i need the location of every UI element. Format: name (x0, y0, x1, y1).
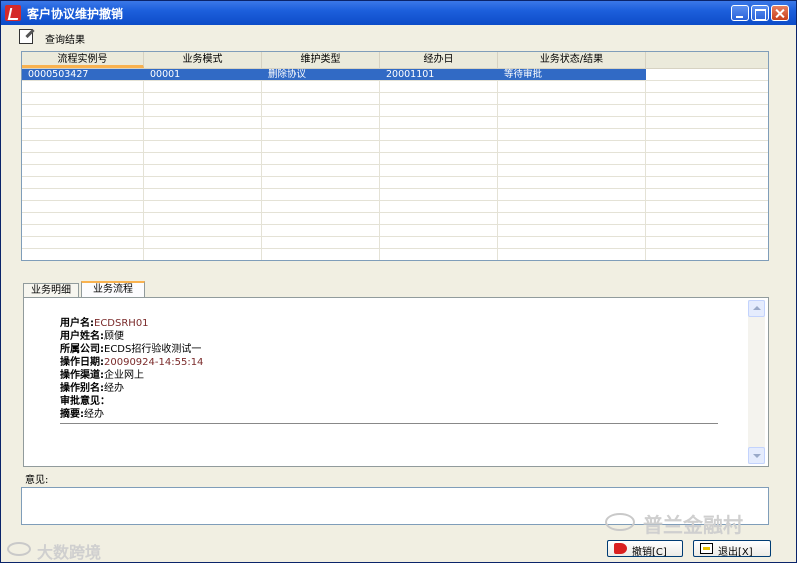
query-results-label: 查询结果 (45, 35, 85, 46)
detail-tabs: 业务明细 业务流程 (23, 281, 323, 298)
revoke-button[interactable]: 撤销[C] (607, 540, 683, 558)
column-header-business-mode[interactable]: 业务模式 (144, 52, 262, 68)
watermark-right: 普兰金融村 (605, 509, 775, 537)
query-results-button[interactable]: 查询结果 (17, 28, 113, 46)
column-header-process-id[interactable]: 流程实例号 (22, 52, 144, 68)
revoke-button-label: 撤销[C] (632, 547, 667, 558)
column-divider (379, 69, 380, 260)
revoke-icon (614, 543, 627, 554)
logo-mark-icon (7, 542, 31, 556)
tab-business-detail[interactable]: 业务明细 (23, 283, 79, 298)
business-flow-content: 用户名:ECDSRH01 用户姓名:顾便 所属公司:ECDS招行验收测试一 操作… (24, 298, 748, 466)
app-logo-icon (5, 5, 21, 21)
cell-business-mode: 00001 (150, 69, 181, 80)
cell-maintenance-type: 删除协议 (268, 69, 307, 80)
cell-status-result: 等待审批 (504, 69, 543, 80)
watermark-left-text: 大数跨境 (37, 543, 102, 562)
business-flow-panel: 用户名:ECDSRH01 用户姓名:顾便 所属公司:ECDS招行验收测试一 操作… (23, 297, 769, 467)
detail-label: 摘要: (60, 409, 84, 420)
results-grid[interactable]: 流程实例号 业务模式 维护类型 经办日 业务状态/结果 0000503427 0… (21, 51, 769, 261)
watermark-left: 大数跨境 (7, 539, 117, 562)
exit-icon (700, 543, 713, 554)
column-divider (497, 69, 498, 260)
column-header-handling-date[interactable]: 经办日 (380, 52, 498, 68)
close-button[interactable] (771, 5, 789, 21)
maximize-button[interactable] (751, 5, 769, 21)
grid-body: 0000503427 00001 删除协议 20001101 等待审批 (22, 69, 768, 260)
app-window: 客户协议维护撤销 查询结果 流程实例号 业务模式 维护类型 经办日 业务状态/结… (0, 0, 797, 563)
toolbar: 查询结果 (3, 27, 793, 47)
edit-document-icon (19, 29, 33, 44)
cell-handling-date: 20001101 (386, 69, 435, 80)
window-title: 客户协议维护撤销 (27, 7, 124, 21)
column-header-maintenance-type[interactable]: 维护类型 (262, 52, 380, 68)
table-row-selected[interactable]: 0000503427 00001 删除协议 20001101 等待审批 (22, 69, 646, 80)
vertical-scrollbar[interactable] (748, 300, 765, 464)
cell-process-id: 0000503427 (28, 69, 89, 80)
opinion-label: 意见: (25, 475, 49, 486)
exit-button[interactable]: 退出[X] (693, 540, 771, 558)
column-divider (143, 69, 144, 260)
title-bar[interactable]: 客户协议维护撤销 (1, 1, 796, 25)
detail-divider (60, 423, 718, 424)
minimize-button[interactable] (731, 5, 749, 21)
tab-business-flow[interactable]: 业务流程 (81, 281, 145, 298)
detail-value: 经办 (84, 409, 104, 420)
column-header-status-result[interactable]: 业务状态/结果 (498, 52, 646, 68)
wechat-icon (605, 513, 635, 531)
grid-header: 流程实例号 业务模式 维护类型 经办日 业务状态/结果 (22, 52, 768, 69)
scroll-down-icon[interactable] (748, 447, 765, 464)
column-divider (261, 69, 262, 260)
exit-button-label: 退出[X] (718, 547, 753, 558)
column-header-empty (646, 52, 768, 68)
scroll-up-icon[interactable] (748, 300, 765, 317)
watermark-right-text: 普兰金融村 (643, 513, 743, 537)
column-divider (645, 69, 646, 260)
detail-row-summary: 摘要:经办 (60, 405, 104, 420)
